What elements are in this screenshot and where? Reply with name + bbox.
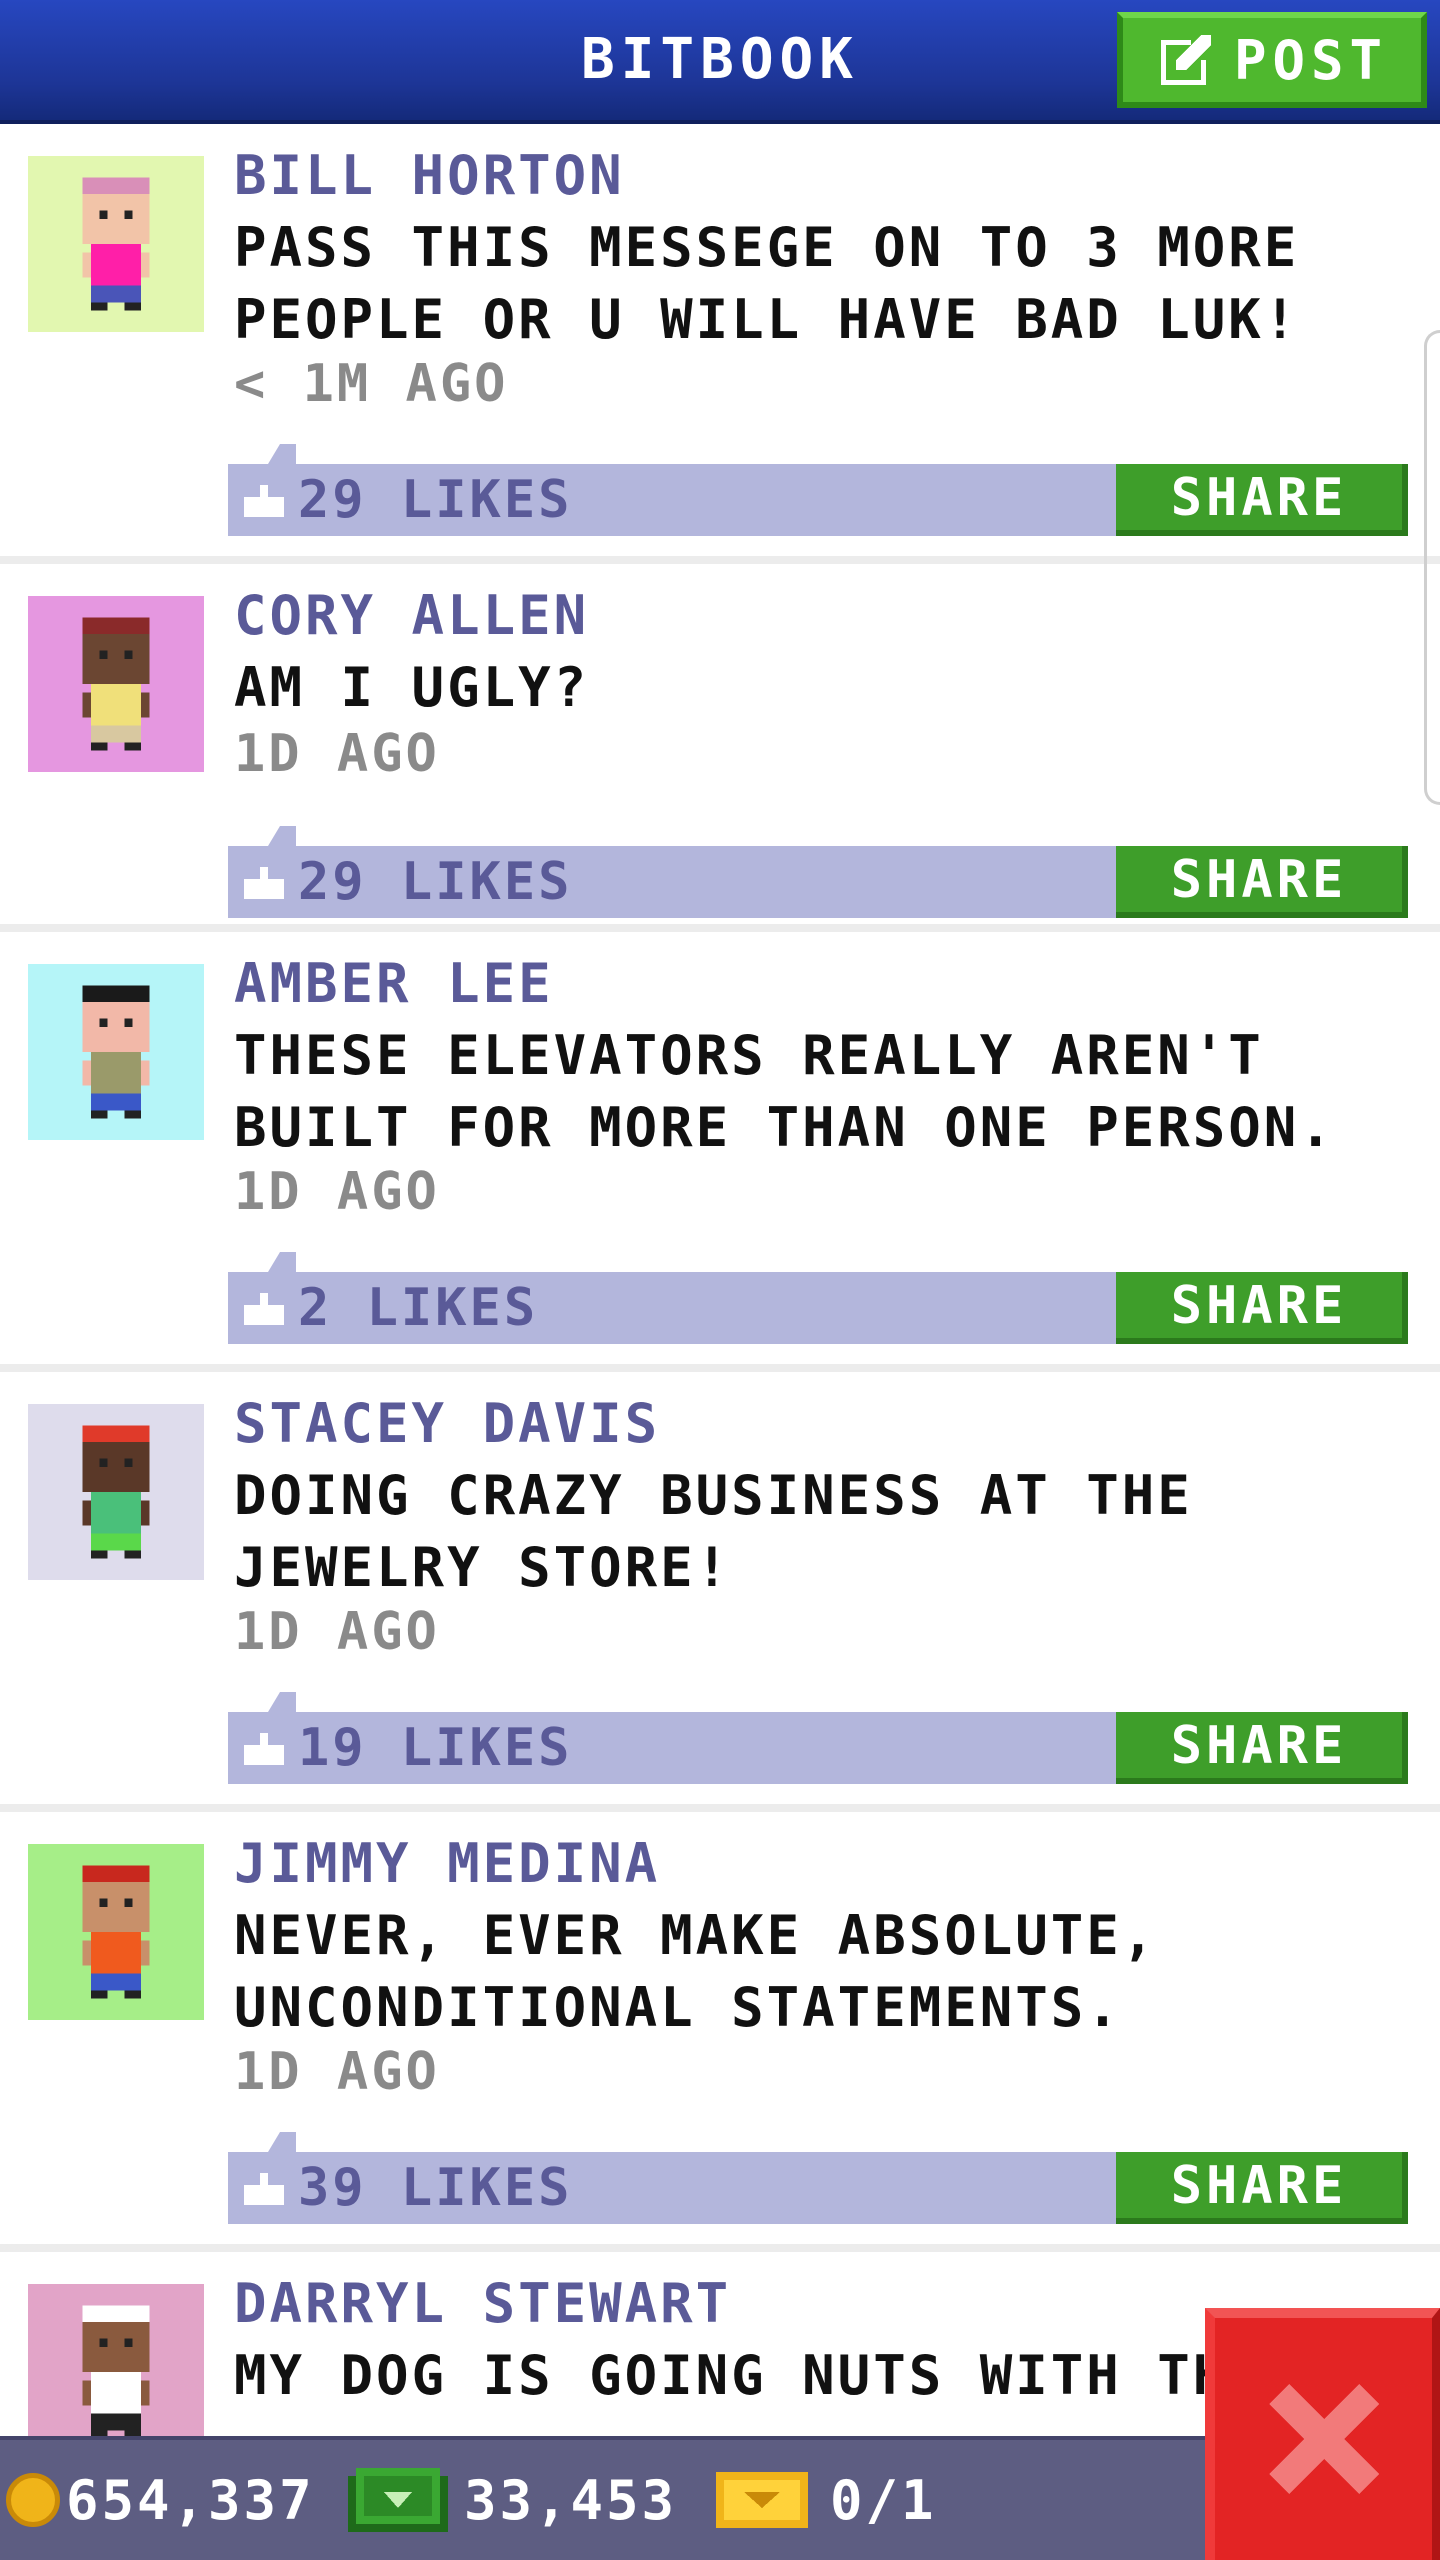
likes-bar: 29 LIKES SHARE	[228, 826, 1408, 918]
avatar-figure	[82, 985, 150, 1119]
avatar-head	[82, 194, 150, 244]
share-button[interactable]: SHARE	[1116, 464, 1408, 536]
avatar-head	[82, 1442, 150, 1492]
avatar[interactable]	[28, 156, 204, 332]
avatar[interactable]	[28, 1404, 204, 1580]
close-button[interactable]	[1205, 2308, 1440, 2560]
post-time: 1D AGO	[234, 724, 440, 784]
feed-post: AMBER LEE THESE ELEVATORS REALLY AREN'T …	[0, 932, 1440, 1372]
likes-count[interactable]: 29 LIKES	[298, 846, 572, 918]
coin-icon	[6, 2473, 60, 2527]
post-message: NEVER, EVER MAKE ABSOLUTE, UNCONDITIONAL…	[234, 1904, 1158, 2039]
likes-count[interactable]: 2 LIKES	[298, 1272, 538, 1344]
feed-post: JIMMY MEDINA NEVER, EVER MAKE ABSOLUTE, …	[0, 1812, 1440, 2252]
avatar-figure	[82, 1865, 150, 1999]
feed-post: STACEY DAVIS DOING CRAZY BUSINESS AT THE…	[0, 1372, 1440, 1812]
thumbs-up-icon	[244, 2173, 284, 2205]
likes-bar-tab	[268, 1692, 296, 1712]
avatar-figure	[82, 1425, 150, 1559]
avatar-head	[82, 2322, 150, 2372]
avatar-shirt	[91, 1932, 141, 1974]
scroll-indicator[interactable]	[1424, 330, 1440, 805]
avatar-shirt	[91, 2372, 141, 2414]
likes-bar: 2 LIKES SHARE	[228, 1252, 1408, 1344]
avatar-figure	[82, 2305, 150, 2436]
bux-value: 33,453	[464, 2468, 678, 2532]
avatar-pants	[91, 725, 141, 743]
feed-post: BILL HORTON PASS THIS MESSEGE ON TO 3 MO…	[0, 124, 1440, 564]
avatar-shirt	[91, 1492, 141, 1534]
top-bar: BITBOOK POST	[0, 0, 1440, 124]
thumbs-up-icon	[244, 867, 284, 899]
post-time: 1D AGO	[234, 1602, 440, 1662]
share-button[interactable]: SHARE	[1116, 1712, 1408, 1784]
share-button[interactable]: SHARE	[1116, 2152, 1408, 2224]
post-author[interactable]: CORY ALLEN	[234, 584, 589, 647]
post-author[interactable]: JIMMY MEDINA	[234, 1832, 660, 1895]
feed-post: CORY ALLEN AM I UGLY? 1D AGO 29 LIKES SHA…	[0, 564, 1440, 932]
post-author[interactable]: BILL HORTON	[234, 144, 625, 207]
tickets-stat: 0/1	[716, 2440, 937, 2560]
avatar-pants	[91, 2413, 141, 2431]
bux-stat: 33,453	[348, 2440, 677, 2560]
likes-bar-tab	[268, 444, 296, 464]
post-button[interactable]: POST	[1117, 12, 1427, 108]
close-icon	[1268, 2384, 1379, 2494]
post-author[interactable]: AMBER LEE	[234, 952, 554, 1015]
edit-icon	[1160, 35, 1211, 85]
post-time: 1D AGO	[234, 1162, 440, 1222]
avatar[interactable]	[28, 1844, 204, 2020]
post-message: DOING CRAZY BUSINESS AT THE JEWELRY STOR…	[234, 1464, 1193, 1599]
avatar-shirt	[91, 244, 141, 286]
post-time: < 1M AGO	[234, 354, 509, 414]
likes-bar-tab	[268, 2132, 296, 2152]
post-author[interactable]: STACEY DAVIS	[234, 1392, 660, 1455]
thumbs-up-icon	[244, 1733, 284, 1765]
coins-stat: 654,337	[6, 2440, 315, 2560]
avatar-shirt	[91, 684, 141, 726]
avatar-head	[82, 634, 150, 684]
avatar-head	[82, 1002, 150, 1052]
post-message: THESE ELEVATORS REALLY AREN'T BUILT FOR …	[234, 1024, 1335, 1159]
avatar[interactable]	[28, 596, 204, 772]
avatar-pants	[91, 285, 141, 303]
tickets-value: 0/1	[830, 2468, 937, 2532]
thumbs-up-icon	[244, 485, 284, 517]
post-message: PASS THIS MESSEGE ON TO 3 MORE PEOPLE OR…	[234, 216, 1300, 351]
avatar-pants	[91, 1533, 141, 1551]
avatar-head	[82, 1882, 150, 1932]
thumbs-up-icon	[244, 1293, 284, 1325]
likes-bar: 19 LIKES SHARE	[228, 1692, 1408, 1784]
share-button[interactable]: SHARE	[1116, 846, 1408, 918]
post-time: 1D AGO	[234, 2042, 440, 2102]
avatar-pants	[91, 1973, 141, 1991]
avatar-figure	[82, 177, 150, 311]
likes-bar: 39 LIKES SHARE	[228, 2132, 1408, 2224]
likes-bar: 29 LIKES SHARE	[228, 444, 1408, 536]
post-message: AM I UGLY?	[234, 656, 590, 719]
cash-icon	[348, 2468, 448, 2532]
likes-bar-tab	[268, 1252, 296, 1272]
likes-count[interactable]: 29 LIKES	[298, 464, 572, 536]
avatar[interactable]	[28, 964, 204, 1140]
post-author[interactable]: DARRYL STEWART	[234, 2272, 731, 2335]
news-feed[interactable]: BILL HORTON PASS THIS MESSEGE ON TO 3 MO…	[0, 124, 1440, 2436]
avatar-figure	[82, 617, 150, 751]
likes-count[interactable]: 39 LIKES	[298, 2152, 572, 2224]
avatar-shirt	[91, 1052, 141, 1094]
likes-bar-tab	[268, 826, 296, 846]
avatar-pants	[91, 1093, 141, 1111]
likes-count[interactable]: 19 LIKES	[298, 1712, 572, 1784]
avatar[interactable]	[28, 2284, 204, 2436]
share-button[interactable]: SHARE	[1116, 1272, 1408, 1344]
ticket-icon	[716, 2472, 808, 2528]
post-button-label: POST	[1233, 28, 1389, 92]
coins-value: 654,337	[66, 2468, 315, 2532]
